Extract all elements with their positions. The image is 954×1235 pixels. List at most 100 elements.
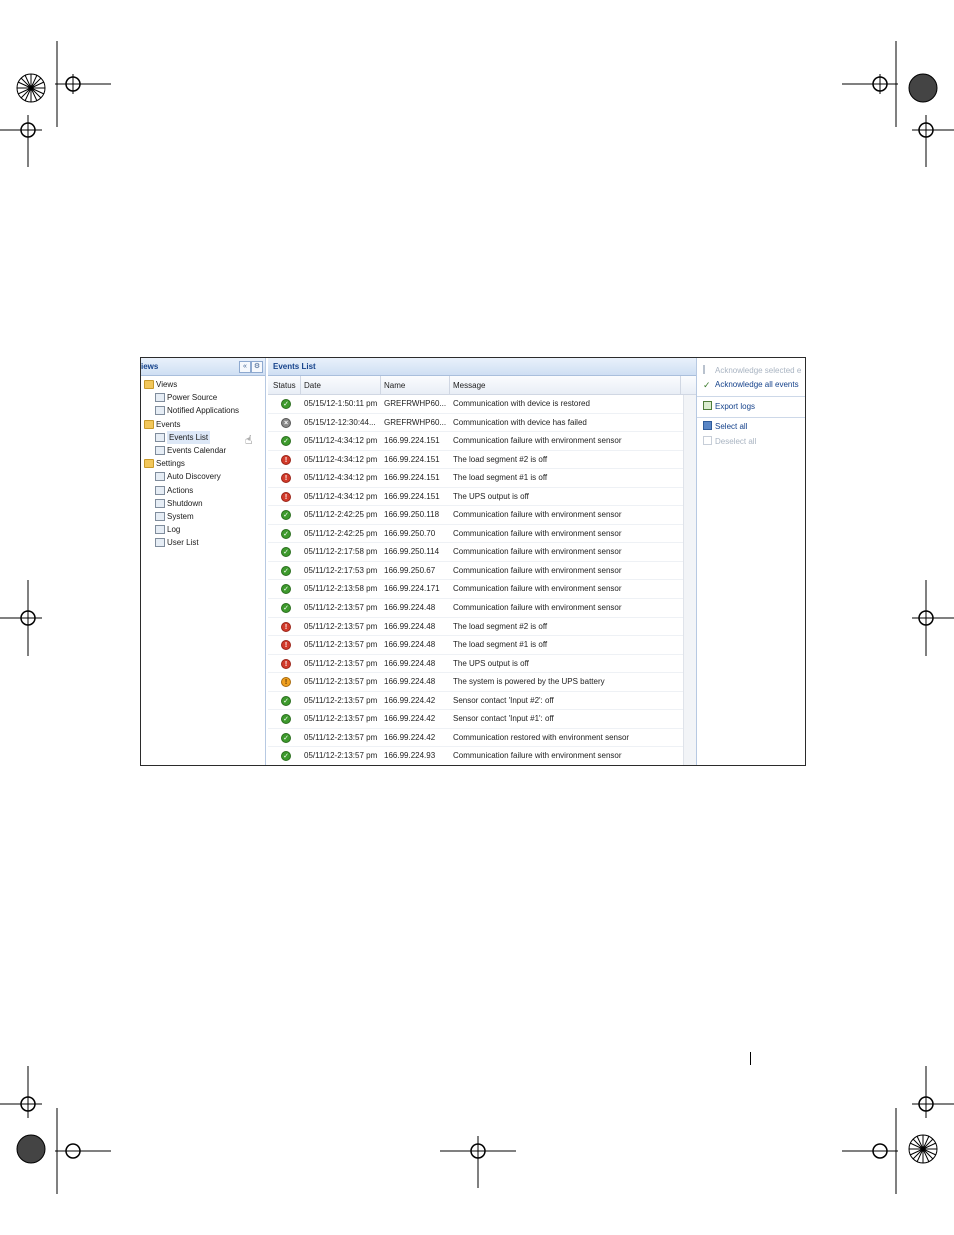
- acknowledge-all-button[interactable]: ✓ Acknowledge all events: [703, 380, 799, 390]
- status-error-icon: !: [281, 454, 291, 465]
- table-row[interactable]: ! 05/11/12-4:34:12 pm 166.99.224.151 The UP…: [268, 488, 683, 507]
- tree-item-label: Notified Applications: [167, 406, 240, 416]
- cell-name: 166.99.224.151: [384, 491, 440, 501]
- export-icon: [703, 401, 712, 410]
- tree-item-notified-applications[interactable]: Notified Applications: [141, 404, 265, 417]
- tree-item-actions[interactable]: Actions: [141, 484, 265, 497]
- table-row[interactable]: ✓ 05/11/12-2:13:57 pm 166.99.224.42 Sensor …: [268, 692, 683, 711]
- table-row[interactable]: × 05/15/12-12:30:44... GREFRWHP60... Commun…: [268, 414, 683, 433]
- tree-item-system[interactable]: System: [141, 510, 265, 523]
- tree-item-events-calendar[interactable]: Events Calendar: [141, 444, 265, 457]
- cell-name: 166.99.224.93: [384, 751, 436, 761]
- table-row[interactable]: ! 05/11/12-2:13:57 pm 166.99.224.48 The loa…: [268, 618, 683, 637]
- calendar-icon: [155, 445, 165, 455]
- vertical-scrollbar[interactable]: [683, 395, 696, 765]
- table-row[interactable]: ✓ 05/11/12-2:13:57 pm 166.99.224.93 Communi…: [268, 747, 683, 765]
- cell-date: 05/11/12-2:13:57 pm: [304, 751, 378, 761]
- cell-name: 166.99.224.48: [384, 640, 436, 650]
- cell-date: 05/11/12-2:13:57 pm: [304, 603, 378, 613]
- events-grid-header: Status Date Name Message: [268, 376, 696, 395]
- cell-name: 166.99.224.48: [384, 658, 436, 668]
- cell-message: Communication failure with environment s…: [453, 584, 622, 594]
- status-ok-icon: ✓: [281, 584, 291, 595]
- crosshair-mark: [898, 115, 954, 167]
- status-ok-icon: ✓: [281, 565, 291, 576]
- status-error-icon: !: [281, 621, 291, 632]
- cell-date: 05/11/12-4:34:12 pm: [304, 491, 378, 501]
- cell-name: 166.99.224.151: [384, 454, 440, 464]
- table-row[interactable]: ! 05/11/12-2:13:57 pm 166.99.224.48 The loa…: [268, 636, 683, 655]
- acknowledge-selected-button[interactable]: Acknowledge selected e: [703, 365, 801, 375]
- cell-name: 166.99.224.42: [384, 714, 436, 724]
- cell-message: Communication with device has failed: [453, 417, 587, 427]
- status-disconnected-icon: ×: [281, 417, 291, 428]
- table-row[interactable]: ✓ 05/11/12-2:17:58 pm 166.99.250.114 Commun…: [268, 543, 683, 562]
- deselect-all-button[interactable]: Deselect all: [703, 436, 756, 446]
- cell-name: GREFRWHP60...: [384, 417, 447, 427]
- folder-icon: [144, 459, 154, 469]
- cell-date: 05/11/12-2:13:57 pm: [304, 621, 378, 631]
- crosshair-mark: [0, 580, 56, 656]
- column-header-status[interactable]: Status: [273, 381, 296, 390]
- table-row[interactable]: ! 05/11/12-2:13:57 pm 166.99.224.48 The sys…: [268, 673, 683, 692]
- views-panel-title: iews: [141, 362, 159, 371]
- cell-message: Communication failure with environment s…: [453, 603, 622, 613]
- tree-item-power-source[interactable]: Power Source: [141, 391, 265, 404]
- acknowledge-selected-label: Acknowledge selected e: [715, 366, 802, 375]
- tree-item-views[interactable]: Views: [141, 378, 265, 391]
- cell-message: Sensor contact 'Input #2': off: [453, 695, 554, 705]
- cell-name: 166.99.224.48: [384, 603, 436, 613]
- table-row[interactable]: ✓ 05/11/12-4:34:12 pm 166.99.224.151 Commun…: [268, 432, 683, 451]
- column-divider[interactable]: [380, 376, 381, 394]
- events-panel: Events List Status Date Name Message ✓ 05…: [268, 358, 697, 765]
- table-row[interactable]: ! 05/11/12-2:13:57 pm 166.99.224.48 The UPS…: [268, 655, 683, 674]
- column-header-name[interactable]: Name: [384, 381, 405, 390]
- column-header-message[interactable]: Message: [453, 381, 485, 390]
- cell-name: 166.99.224.171: [384, 584, 440, 594]
- column-divider[interactable]: [300, 376, 301, 394]
- table-row[interactable]: ✓ 05/11/12-2:17:53 pm 166.99.250.67 Communi…: [268, 562, 683, 581]
- crosshair-mark: [0, 1066, 56, 1118]
- export-logs-button[interactable]: Export logs: [703, 401, 755, 411]
- column-divider[interactable]: [449, 376, 450, 394]
- cell-message: The load segment #2 is off: [453, 621, 548, 631]
- column-divider[interactable]: [680, 376, 681, 394]
- status-ok-icon: ✓: [281, 751, 291, 762]
- export-logs-label: Export logs: [715, 402, 756, 411]
- status-ok-icon: ✓: [281, 603, 291, 614]
- table-row[interactable]: ! 05/11/12-4:34:12 pm 166.99.224.151 The lo…: [268, 451, 683, 470]
- crosshair-mark: [440, 1108, 516, 1194]
- tree-item-events-list[interactable]: Events List ☝: [141, 430, 265, 446]
- cell-name: 166.99.224.48: [384, 621, 436, 631]
- table-row[interactable]: ✓ 05/15/12-1:50:11 pm GREFRWHP60... Communi…: [268, 395, 683, 414]
- crosshair-mark: [898, 1066, 954, 1118]
- tree-item-settings[interactable]: Settings: [141, 457, 265, 470]
- double-chevron-left-icon[interactable]: «: [239, 361, 251, 373]
- folder-icon: [144, 380, 154, 389]
- cell-date: 05/11/12-4:34:12 pm: [304, 473, 378, 483]
- status-ok-icon: ✓: [281, 714, 291, 725]
- gear-icon[interactable]: ⚙: [251, 361, 263, 373]
- tree-item-events[interactable]: Events: [141, 418, 265, 431]
- table-row[interactable]: ✓ 05/11/12-2:13:58 pm 166.99.224.171 Commun…: [268, 580, 683, 600]
- registration-mark-bottom-right-starburst: [908, 1134, 938, 1164]
- table-row[interactable]: ✓ 05/11/12-2:13:57 pm 166.99.224.48 Communi…: [268, 599, 683, 618]
- cell-message: Communication failure with environment s…: [453, 547, 622, 557]
- tree-item-user-list[interactable]: User List: [141, 536, 265, 549]
- table-row[interactable]: ✓ 05/11/12-2:42:25 pm 166.99.250.70 Communi…: [268, 525, 683, 544]
- cell-date: 05/15/12-1:50:11 pm: [304, 399, 378, 408]
- tree-item-label: Power Source: [167, 393, 218, 403]
- column-header-date[interactable]: Date: [304, 381, 321, 390]
- table-row[interactable]: ✓ 05/11/12-2:13:57 pm 166.99.224.42 Sensor …: [268, 710, 683, 729]
- tree-item-label: Auto Discovery: [167, 472, 221, 482]
- table-row[interactable]: ! 05/11/12-4:34:12 pm 166.99.224.151 The lo…: [268, 469, 683, 488]
- tree-item-log[interactable]: Log: [141, 523, 265, 536]
- events-panel-title: Events List: [273, 362, 316, 371]
- tree-item-label: Log: [167, 525, 181, 535]
- table-row[interactable]: ✓ 05/11/12-2:13:57 pm 166.99.224.42 Communi…: [268, 729, 683, 748]
- tree-item-shutdown[interactable]: Shutdown: [141, 497, 265, 510]
- select-all-button[interactable]: Select all: [703, 421, 747, 431]
- cell-date: 05/11/12-2:42:25 pm: [304, 528, 378, 538]
- tree-item-auto-discovery[interactable]: Auto Discovery: [141, 470, 265, 483]
- table-row[interactable]: ✓ 05/11/12-2:42:25 pm 166.99.250.118 Commun…: [268, 506, 683, 525]
